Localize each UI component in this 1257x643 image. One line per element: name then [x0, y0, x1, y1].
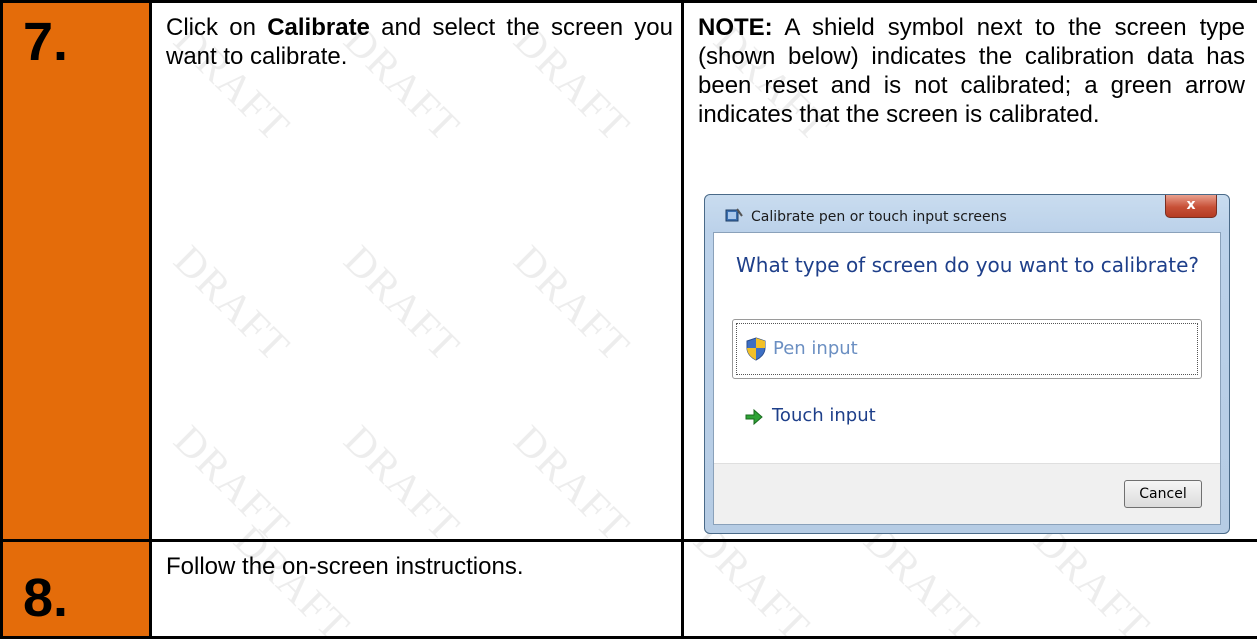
green-arrow-icon: [745, 408, 763, 426]
dialog-question: What type of screen do you want to calib…: [736, 253, 1200, 277]
touch-input-label: Touch input: [772, 405, 876, 426]
dialog-title: Calibrate pen or touch input screens: [751, 209, 1007, 225]
calibrate-dialog-screenshot: Calibrate pen or touch input screens x W…: [704, 194, 1230, 534]
step-instruction: Follow the on-screen instructions.: [149, 539, 684, 639]
touch-input-option[interactable]: Touch input: [732, 393, 1202, 443]
cancel-button[interactable]: Cancel: [1124, 480, 1202, 508]
step-number-cell: 8.: [0, 539, 152, 639]
dialog-footer: Cancel: [714, 463, 1220, 524]
shield-icon: [746, 337, 766, 361]
step-instruction: Click on Calibrate and select the screen…: [149, 0, 684, 542]
step-number-cell: 7.: [0, 0, 152, 542]
note-text: A shield symbol next to the screen type …: [698, 14, 1245, 128]
pen-input-label: Pen input: [773, 338, 858, 359]
step-note-empty: [681, 539, 1257, 639]
close-button[interactable]: x: [1165, 195, 1217, 218]
step-number: 8.: [23, 568, 69, 628]
step-number: 7.: [23, 12, 69, 72]
instruction-text: Follow the on-screen instructions.: [166, 553, 524, 580]
dialog-titlebar: Calibrate pen or touch input screens x: [705, 195, 1229, 233]
instruction-bold: Calibrate: [267, 14, 370, 41]
instruction-text: Click on: [166, 14, 268, 41]
pen-input-option[interactable]: Pen input: [732, 319, 1202, 379]
dialog-client-area: What type of screen do you want to calib…: [713, 232, 1221, 525]
note-label: NOTE:: [698, 14, 773, 41]
step-row: 8. Follow the on-screen instructions.: [0, 539, 1257, 639]
tablet-pen-icon: [725, 208, 743, 222]
